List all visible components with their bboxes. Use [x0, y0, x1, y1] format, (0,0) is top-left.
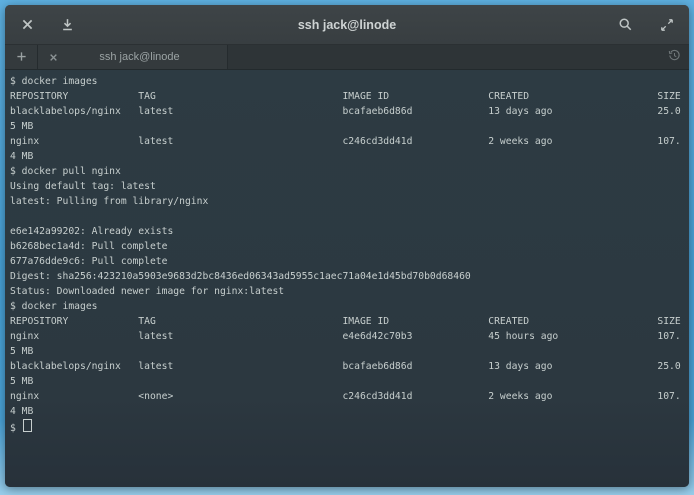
terminal-line: $ docker images — [10, 299, 689, 314]
terminal-line: REPOSITORY TAG IMAGE ID CREATED SIZE — [10, 89, 689, 104]
terminal-line: 677a76dde9c6: Pull complete — [10, 254, 689, 269]
terminal-cursor — [23, 419, 32, 432]
terminal-line: $ docker images — [10, 74, 689, 89]
download-button[interactable] — [59, 17, 75, 33]
terminal-line: Digest: sha256:423210a5903e9683d2bc8436e… — [10, 269, 689, 284]
terminal-line: e6e142a99202: Already exists — [10, 224, 689, 239]
terminal-window: ssh jack@linode — [5, 5, 689, 487]
terminal-line: Status: Downloaded newer image for nginx… — [10, 284, 689, 299]
terminal-line: 4 MB — [10, 149, 689, 164]
titlebar-left-buttons — [19, 5, 75, 44]
close-button[interactable] — [19, 17, 35, 33]
terminal-line: blacklabelops/nginx latest bcafaeb6d86d … — [10, 359, 689, 374]
prompt-line: $ — [10, 419, 689, 434]
terminal-line: nginx latest e4e6d42c70b3 45 hours ago 1… — [10, 329, 689, 344]
history-button[interactable] — [668, 45, 681, 69]
terminal-line: $ docker pull nginx — [10, 164, 689, 179]
terminal-line: 5 MB — [10, 374, 689, 389]
tab-ssh-session[interactable]: ssh jack@linode — [38, 45, 228, 69]
terminal-line: Using default tag: latest — [10, 179, 689, 194]
new-tab-button[interactable] — [5, 45, 38, 69]
titlebar-right-buttons — [617, 5, 675, 44]
terminal-line: 4 MB — [10, 404, 689, 419]
expand-button[interactable] — [659, 17, 675, 33]
tab-label: ssh jack@linode — [60, 51, 219, 63]
terminal-output[interactable]: $ docker imagesREPOSITORY TAG IMAGE ID C… — [5, 70, 689, 487]
close-icon — [49, 50, 58, 65]
plus-icon — [16, 50, 27, 65]
terminal-line: latest: Pulling from library/nginx — [10, 194, 689, 209]
terminal-line: nginx latest c246cd3dd41d 2 weeks ago 10… — [10, 134, 689, 149]
terminal-line — [10, 209, 689, 224]
terminal-line: nginx <none> c246cd3dd41d 2 weeks ago 10… — [10, 389, 689, 404]
terminal-line: b6268bec1a4d: Pull complete — [10, 239, 689, 254]
download-icon — [61, 18, 74, 31]
search-icon — [618, 17, 633, 32]
terminal-line: 5 MB — [10, 344, 689, 359]
prompt-text: $ — [10, 423, 22, 434]
tab-close-button[interactable] — [46, 50, 60, 64]
tab-bar: ssh jack@linode — [5, 45, 689, 70]
window-title: ssh jack@linode — [5, 5, 689, 44]
titlebar[interactable]: ssh jack@linode — [5, 5, 689, 45]
terminal-line: 5 MB — [10, 119, 689, 134]
search-button[interactable] — [617, 17, 633, 33]
close-icon — [21, 18, 34, 31]
expand-icon — [660, 18, 674, 32]
history-icon — [668, 49, 681, 65]
terminal-line: blacklabelops/nginx latest bcafaeb6d86d … — [10, 104, 689, 119]
terminal-line: REPOSITORY TAG IMAGE ID CREATED SIZE — [10, 314, 689, 329]
